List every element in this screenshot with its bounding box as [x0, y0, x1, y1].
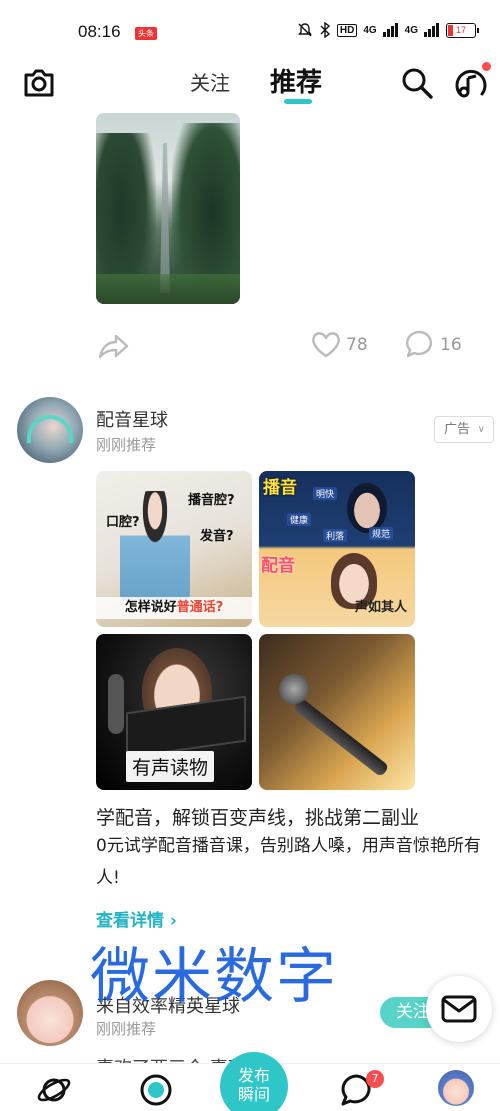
tower-shape [160, 143, 170, 293]
avatar[interactable] [17, 980, 83, 1046]
profile-avatar[interactable] [438, 1070, 474, 1106]
headphones-shape [27, 415, 73, 443]
mail-button[interactable] [426, 976, 492, 1042]
tab-active-indicator [284, 99, 312, 104]
status-bar: 08:16 头条 HD 4G 4G 17 [0, 0, 500, 64]
ad-image-3[interactable]: 有声读物 [96, 634, 252, 790]
moments-icon[interactable] [138, 1072, 174, 1108]
banner-text: 怎样说好 [124, 600, 177, 615]
signal-bars-icon [382, 23, 398, 37]
bluetooth-icon [320, 22, 330, 38]
status-indicators: HD 4G 4G 17 [297, 22, 479, 38]
image-label: 有声读物 [126, 751, 215, 782]
image-text: 口腔? [106, 515, 140, 530]
post-photo[interactable] [96, 113, 240, 304]
envelope-icon [441, 995, 477, 1023]
top-nav: 关注 推荐 [0, 60, 500, 106]
tab-follow[interactable]: 关注 [190, 67, 230, 96]
battery-icon: 17 [446, 22, 479, 38]
search-icon[interactable] [400, 66, 434, 100]
microphone-shape [279, 674, 309, 704]
watermark: 微米数字 [90, 942, 338, 1012]
planet-icon[interactable] [36, 1072, 72, 1108]
image-text: 发音? [200, 529, 234, 544]
heart-icon[interactable] [310, 329, 342, 359]
banner-highlight: 普通话? [176, 600, 224, 615]
like-count: 78 [346, 335, 368, 355]
status-app-badge: 头条 [135, 27, 157, 40]
post-subtitle: 刚刚推荐 [96, 1020, 157, 1038]
microphone-shape [108, 674, 124, 734]
signal-1-label: 4G [363, 24, 377, 36]
image-word: 健康 [287, 513, 312, 526]
publish-label: 发布 瞬间 [237, 1066, 270, 1104]
camera-icon[interactable] [22, 67, 56, 99]
notification-dot [482, 62, 491, 71]
ad-image-4[interactable] [259, 634, 415, 790]
message-badge: 7 [366, 1070, 384, 1088]
presenter-shape [120, 491, 190, 601]
share-icon[interactable] [96, 329, 130, 361]
chevron-down-icon: ∨ [477, 424, 485, 435]
mute-bell-icon [297, 23, 312, 37]
image-banner: 怎样说好普通话? [96, 597, 252, 619]
face-shape [347, 483, 387, 533]
image-word: 利落 [323, 529, 348, 542]
avatar[interactable] [17, 397, 83, 463]
ad-image-1[interactable]: 口腔? 播音腔? 发音? 怎样说好普通话? [96, 471, 252, 627]
image-word: 规范 [369, 527, 394, 540]
image-text: 播音腔? [188, 493, 235, 508]
author-name[interactable]: 配音星球 [96, 406, 168, 432]
post-actions: 78 16 [0, 325, 500, 365]
ad-description: 0元试学配音播音课，告别路人嗓，用声音惊艳所有人! [96, 836, 481, 888]
image-tag: 配音 [261, 556, 295, 576]
grass-shape [96, 274, 240, 304]
ad-image-2[interactable]: 播音 明快 健康 利落 规范 配音 声如其人 [259, 471, 415, 627]
battery-level: 17 [455, 24, 466, 35]
ad-title: 学配音，解锁百变声线，挑战第二副业 [96, 807, 420, 829]
status-time: 08:16 [78, 22, 121, 41]
comment-icon[interactable] [405, 329, 435, 359]
comment-count: 16 [440, 335, 462, 355]
hd-indicator: HD [336, 23, 358, 37]
ad-tag-dropdown[interactable]: 广告 ∨ [434, 416, 494, 443]
image-caption: 声如其人 [354, 600, 407, 615]
ad-tag-label: 广告 [444, 422, 471, 437]
image-tag: 播音 [263, 478, 297, 498]
signal-bars-icon [424, 23, 439, 37]
bottom-nav: 发布 瞬间 7 [0, 1052, 500, 1111]
publish-button[interactable]: 发布 瞬间 [220, 1052, 288, 1111]
post-subtitle: 刚刚推荐 [96, 436, 157, 454]
microphone-stand-shape [292, 697, 390, 778]
tab-recommend[interactable]: 推荐 [270, 62, 322, 99]
image-word: 明快 [313, 487, 338, 500]
signal-2-label: 4G [404, 24, 418, 36]
